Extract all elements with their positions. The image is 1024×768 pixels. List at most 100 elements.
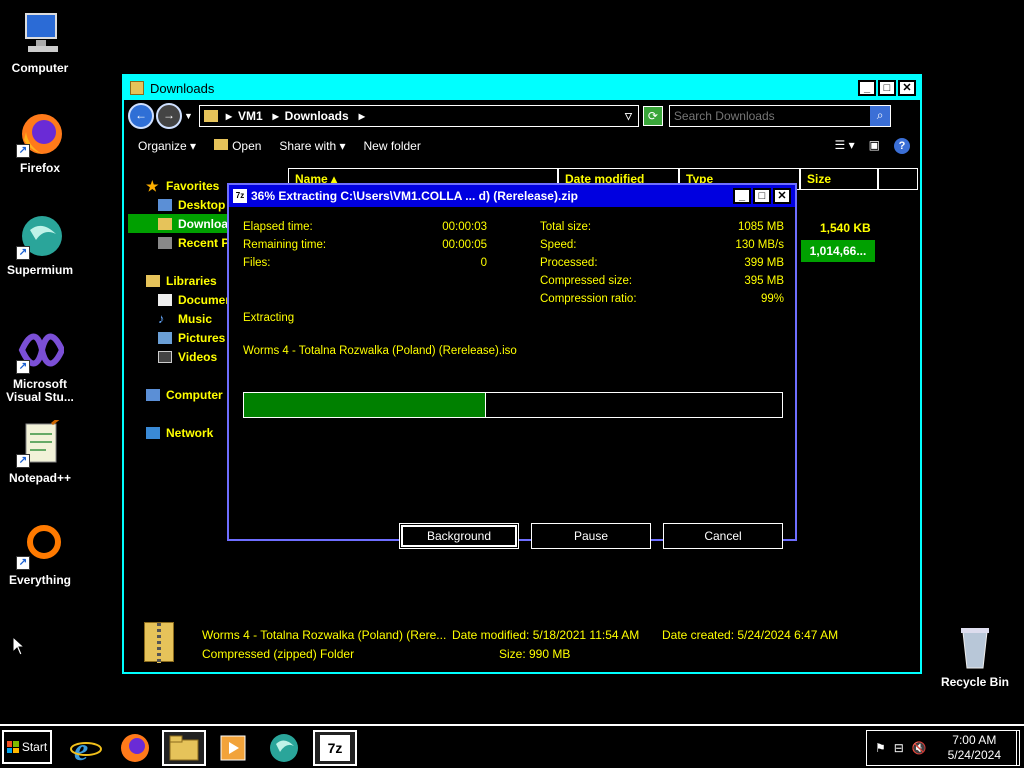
processed-label: Processed: (540, 257, 598, 269)
remaining-time-value: 00:00:05 (442, 239, 487, 251)
action-center-flag-icon[interactable]: ⚑ (875, 741, 886, 755)
help-icon[interactable]: ? (894, 138, 910, 154)
refresh-button[interactable]: ⟳ (642, 106, 663, 126)
shortcut-arrow-icon: ↗ (16, 556, 30, 570)
desktop-icon (158, 198, 172, 211)
minimize-button[interactable]: _ (858, 80, 876, 96)
open-button[interactable]: Open (214, 139, 261, 153)
background-button[interactable]: Background (399, 523, 519, 549)
network-icon (146, 426, 160, 439)
desktop-icon-label: Recycle Bin (940, 675, 1010, 689)
supermium-icon: ↗ (16, 212, 64, 260)
taskbar-supermium[interactable] (262, 730, 306, 766)
taskbar-media-player[interactable] (211, 730, 255, 766)
firefox-icon: ↗ (16, 110, 64, 158)
desktop-icon-label: Computer (11, 61, 69, 75)
notepadpp-icon: ↗ (16, 414, 64, 468)
start-label: Start (21, 740, 48, 754)
cancel-button[interactable]: Cancel (663, 523, 783, 549)
explorer-titlebar[interactable]: Downloads _ □ ✕ (124, 76, 920, 100)
nav-label: Pictures (178, 330, 226, 345)
files-value: 0 (480, 257, 487, 269)
taskbar-7zip[interactable]: 7z (313, 730, 357, 766)
speed-label: Speed: (540, 239, 577, 251)
open-label: Open (232, 139, 262, 153)
organize-button[interactable]: Organize ▾ (138, 139, 196, 153)
breadcrumb-separator-icon[interactable]: ▸ (226, 109, 232, 123)
recent-pages-dropdown[interactable]: ▼ (184, 111, 193, 121)
dialog-title: 36% Extracting C:\Users\VM1.COLLA ... d)… (251, 189, 578, 203)
file-size-cell-selected[interactable]: 1,014,66... (801, 240, 875, 262)
compression-ratio-label: Compression ratio: (540, 293, 637, 305)
details-pane: Worms 4 - Totalna Rozwalka (Poland) (Rer… (144, 622, 904, 666)
pause-button[interactable]: Pause (531, 523, 651, 549)
taskbar-explorer[interactable] (162, 730, 206, 766)
file-size-cell[interactable]: 1,540 KB (820, 221, 871, 235)
documents-icon (158, 293, 172, 306)
files-label: Files: (243, 257, 271, 269)
music-icon: ♪ (158, 310, 165, 326)
preview-pane-icon[interactable]: ▣ (869, 138, 880, 154)
desktop-icon-label: Firefox (19, 161, 60, 175)
desktop-icon-everything[interactable]: ↗ Everything (0, 522, 80, 587)
breadcrumb-separator-icon[interactable]: ▸ (273, 109, 279, 123)
svg-text:e: e (74, 732, 88, 764)
view-options-icon[interactable]: ☰ ▾ (835, 138, 855, 154)
desktop-icon-label: Supermium (6, 263, 73, 277)
show-desktop-button[interactable] (1016, 730, 1022, 766)
column-header-spacer (878, 168, 918, 190)
column-header-size[interactable]: Size (800, 168, 878, 190)
desktop-icon-recycle-bin[interactable]: Recycle Bin (935, 624, 1015, 689)
search-icon[interactable]: ⌕ (870, 106, 890, 126)
internet-explorer-icon: e (70, 732, 102, 764)
media-player-icon (220, 735, 246, 761)
taskbar-internet-explorer[interactable]: e (64, 730, 108, 766)
clock[interactable]: 7:00 AM 5/24/2024 (948, 733, 1019, 763)
extract-progress-dialog[interactable]: 7z 36% Extracting C:\Users\VM1.COLLA ...… (227, 183, 797, 549)
forward-button[interactable]: → (156, 103, 182, 129)
network-status-icon[interactable]: ⊟ (894, 741, 904, 755)
organize-label: Organize (138, 139, 187, 153)
breadcrumb-downloads[interactable]: Downloads (285, 109, 349, 123)
pictures-icon (158, 331, 172, 344)
new-folder-button[interactable]: New folder (363, 139, 420, 153)
nav-label: Libraries (166, 273, 217, 288)
search-input[interactable] (673, 109, 871, 123)
desktop-icon-label: Everything (8, 573, 71, 587)
dialog-close-button[interactable]: ✕ (773, 188, 791, 204)
nav-label: Videos (178, 349, 218, 364)
zip-folder-icon (144, 622, 174, 663)
compressed-size-value: 395 MB (744, 275, 784, 287)
share-with-button[interactable]: Share with ▾ (279, 139, 345, 153)
downloads-folder-icon (158, 217, 172, 230)
close-button[interactable]: ✕ (898, 80, 916, 96)
dialog-titlebar[interactable]: 7z 36% Extracting C:\Users\VM1.COLLA ...… (229, 185, 795, 207)
shortcut-arrow-icon: ↗ (16, 246, 30, 260)
dialog-maximize-button[interactable]: □ (753, 188, 771, 204)
progress-bar-fill (244, 393, 487, 417)
desktop-icon-supermium[interactable]: ↗ Supermium (0, 212, 80, 277)
volume-muted-icon[interactable]: 🔇 (912, 741, 927, 755)
desktop-icon-computer[interactable]: Computer (0, 10, 80, 75)
desktop-icon-firefox[interactable]: ↗ Firefox (0, 110, 80, 175)
status-text: Extracting (243, 312, 295, 324)
desktop-icon-visual-studio[interactable]: ↗ Microsoft Visual Stu... (0, 326, 80, 404)
back-button[interactable]: ← (128, 103, 154, 129)
address-bar[interactable]: ▸ VM1 ▸ Downloads ▸ ▽ (198, 105, 639, 127)
visual-studio-icon: ↗ (16, 326, 66, 374)
address-dropdown-icon[interactable]: ▽ (625, 111, 632, 122)
desktop-icon-notepadpp[interactable]: ↗ Notepad++ (0, 414, 80, 485)
search-box[interactable]: ⌕ (668, 105, 891, 127)
dialog-minimize-button[interactable]: _ (733, 188, 751, 204)
computer-icon (146, 388, 160, 401)
maximize-button[interactable]: □ (878, 80, 896, 96)
taskbar-firefox[interactable] (113, 730, 157, 766)
details-file-type: Compressed (zipped) Folder (202, 647, 355, 661)
taskbar: Start e 7z ⚑ ⊟ 🔇 7:00 AM 5/24/2024 (0, 724, 1024, 768)
breadcrumb-separator-icon[interactable]: ▸ (359, 109, 365, 123)
breadcrumb-vm1[interactable]: VM1 (238, 109, 263, 123)
details-file-name: Worms 4 - Totalna Rozwalka (Poland) (Rer… (202, 628, 447, 642)
total-size-value: 1085 MB (737, 221, 784, 233)
start-button[interactable]: Start (2, 730, 52, 764)
windows-flag-icon (6, 741, 19, 753)
